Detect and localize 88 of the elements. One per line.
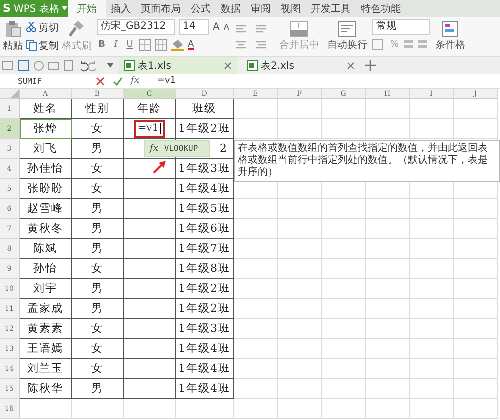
cell-input-text: =v1 [138, 123, 159, 134]
font-color-button[interactable]: A [188, 40, 194, 50]
font-style-button[interactable]: I [111, 40, 121, 50]
cell-text: 王语嫣 [28, 341, 64, 356]
cell-text: 孙佳怡 [28, 161, 64, 176]
document-tab[interactable]: 表2.xls [242, 57, 360, 74]
format-painter-button[interactable]: 格式刷 [62, 20, 92, 53]
menu-tab[interactable]: 数据 [216, 0, 246, 17]
cell-text: 班级 [192, 101, 216, 116]
cell-text: 女 [92, 261, 104, 276]
cell-text: 张盼盼 [28, 181, 64, 196]
cell-text: 1年级4班 [178, 381, 230, 396]
cell-text: 1年级4班 [178, 361, 230, 376]
cell-text: 刘宇 [34, 281, 58, 296]
cell-text: 男 [92, 221, 104, 236]
cell-text: 1年级5班 [178, 201, 230, 216]
menu-tab[interactable]: 公式 [186, 0, 216, 17]
autocomplete-item[interactable]: fx VLOOKUP [144, 140, 210, 157]
app-menu-button[interactable]: S WPS 表格 [0, 0, 68, 17]
name-box[interactable]: SUMIF [0, 76, 88, 86]
conditional-format-button[interactable]: 条件格 [435, 21, 466, 52]
cell-text: 女 [92, 321, 104, 336]
cell-text: 1年级2班 [178, 301, 230, 316]
grow-font-button[interactable]: A [213, 22, 220, 32]
cell-text: 1年级2班 [178, 121, 230, 136]
cell-editor[interactable]: =v1 [134, 120, 165, 138]
cell-text: 女 [92, 161, 104, 176]
cell-text: 男 [92, 241, 104, 256]
percent-button[interactable]: % [390, 40, 399, 50]
menu-tab[interactable]: 页面布局 [136, 0, 186, 17]
wrap-text-button[interactable]: 自动换行 [327, 21, 368, 52]
number-format-field[interactable]: 常规 [372, 19, 430, 35]
insert-function-button[interactable]: fx [131, 76, 140, 86]
cell-text: 男 [92, 381, 104, 396]
cut-button[interactable]: 剪切 [26, 20, 59, 34]
cell-text: 姓名 [34, 101, 58, 116]
cell-text: 女 [92, 121, 104, 136]
function-tooltip: 在表格或数值数组的首列查找指定的数值，并由此返回表格或数组当前行中指定列处的数值。（默认情况下，表是升序的） [234, 140, 500, 182]
cell-text: 1年级4班 [178, 181, 230, 196]
function-icon: fx [150, 144, 158, 154]
app-title: WPS 表格 [14, 2, 60, 16]
document-tab-label: 表2.xls [261, 60, 296, 72]
app-logo: S [3, 2, 11, 15]
document-tab-label: 表1.xls [138, 60, 172, 72]
cell-text: 孙怡 [34, 261, 58, 276]
cell-text: 张烨 [34, 121, 58, 136]
font-style-button[interactable]: B [97, 40, 107, 50]
function-name: VLOOKUP [164, 144, 198, 153]
copy-button[interactable]: 复制 [26, 38, 59, 52]
cell-text: 黄素素 [28, 321, 64, 336]
cell-text: 1年级7班 [178, 241, 230, 256]
cell-text: 男 [92, 301, 104, 316]
menu-tab[interactable]: 特色功能 [356, 0, 406, 17]
paste-button[interactable]: 粘贴 [3, 20, 23, 53]
menu-tab[interactable]: 审阅 [246, 0, 276, 17]
cell-text: 赵雪峰 [28, 201, 64, 216]
menu-tab[interactable]: 视图 [276, 0, 306, 17]
menu-tab[interactable]: 开始 [68, 0, 106, 17]
cell-text: 1年级2班 [178, 281, 230, 296]
document-tab[interactable]: 表1.xls [119, 57, 237, 74]
cell-text: 女 [92, 181, 104, 196]
cell-text: 男 [92, 281, 104, 296]
menu-tab[interactable]: 开发工具 [306, 0, 356, 17]
font-name-field[interactable]: 仿宋_GB2312 [97, 19, 175, 35]
cell-text: 1年级3班 [178, 321, 230, 336]
font-style-button[interactable]: U [125, 40, 135, 50]
cell-text: 孟家成 [28, 301, 64, 316]
cell-text: 刘飞 [34, 141, 58, 156]
merge-center-button[interactable]: 合并居中 [279, 21, 320, 52]
cell-text: 2 [220, 142, 228, 155]
cell-text: 陈秋华 [28, 381, 64, 396]
cell-text: 1年级8班 [178, 261, 230, 276]
cell-text: 1年级4班 [178, 341, 230, 356]
formula-field[interactable]: =v1 [157, 76, 176, 86]
cell-text: 1年级3班 [178, 161, 230, 176]
cell-text: 年龄 [138, 101, 162, 116]
menu-tab[interactable]: 插入 [106, 0, 136, 17]
cell-text: 女 [92, 341, 104, 356]
cell-text: 黄秋冬 [28, 221, 64, 236]
cell-text: 陈斌 [34, 241, 58, 256]
shrink-font-button[interactable]: A [224, 22, 230, 32]
cell-text: 刘兰玉 [28, 361, 64, 376]
cell-text: 性别 [86, 101, 110, 116]
cell-text: 男 [92, 141, 104, 156]
font-size-field[interactable]: 14 [179, 19, 209, 35]
cell-text: 1年级6班 [178, 221, 230, 236]
cell-text: 女 [92, 361, 104, 376]
cell-text: 男 [92, 201, 104, 216]
